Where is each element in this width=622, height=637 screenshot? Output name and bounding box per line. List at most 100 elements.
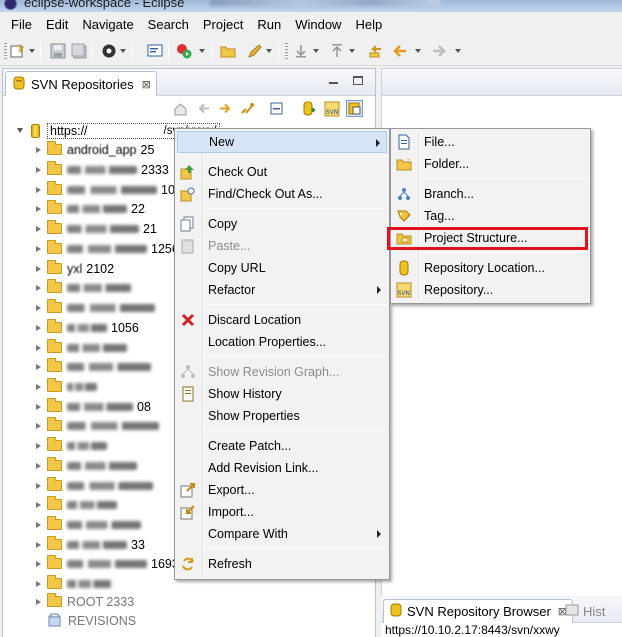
menu-item-export[interactable]: Export... <box>177 479 387 501</box>
tree-row[interactable] <box>36 574 111 593</box>
debug-dropdown-icon[interactable] <box>120 49 126 53</box>
show-browser-icon[interactable] <box>346 100 363 117</box>
collapse-twisty-icon[interactable] <box>36 265 41 272</box>
menu-item-find-check-out-as[interactable]: Find/Check Out As... <box>177 183 387 205</box>
menu-item-new[interactable]: New <box>177 131 387 153</box>
save-all-icon[interactable] <box>71 43 87 59</box>
svn-repository-icon[interactable]: SVN <box>323 100 340 117</box>
tree-row[interactable]: 1256 <box>36 239 179 258</box>
tree-row[interactable]: yxl 2102 <box>36 259 114 278</box>
menu-item-refactor[interactable]: Refactor <box>177 279 387 301</box>
collapse-twisty-icon[interactable] <box>36 580 41 587</box>
collapse-twisty-icon[interactable] <box>36 442 41 449</box>
run-icon[interactable] <box>176 43 192 59</box>
collapse-twisty-icon[interactable] <box>36 186 41 193</box>
tree-row[interactable]: 33 <box>36 535 145 554</box>
tree-row[interactable] <box>36 515 141 534</box>
collapse-twisty-icon[interactable] <box>36 304 41 311</box>
collapse-twisty-icon[interactable] <box>36 284 41 291</box>
menu-item-repository-location[interactable]: Repository Location... <box>393 257 588 279</box>
collapse-twisty-icon[interactable] <box>36 324 41 331</box>
collapse-twisty-icon[interactable] <box>36 146 41 153</box>
menu-file[interactable]: File <box>4 17 39 32</box>
tree-row-revisions[interactable]: REVISIONS <box>47 611 136 630</box>
console-icon[interactable] <box>147 43 163 59</box>
tree-row[interactable] <box>36 416 159 435</box>
collapse-twisty-icon[interactable] <box>36 245 41 252</box>
collapse-twisty-icon[interactable] <box>36 166 41 173</box>
menu-item-create-patch[interactable]: Create Patch... <box>177 435 387 457</box>
minimize-view-icon[interactable] <box>329 82 338 84</box>
collapse-twisty-icon[interactable] <box>36 462 41 469</box>
collapse-twisty-icon[interactable] <box>36 344 41 351</box>
next-annotation-icon[interactable] <box>293 43 309 59</box>
tree-row[interactable] <box>36 298 155 317</box>
tab-history[interactable]: Hist <box>560 599 610 623</box>
menu-item-show-history[interactable]: Show History <box>177 383 387 405</box>
menu-item-tag[interactable]: Tag... <box>393 205 588 227</box>
menu-item-copy[interactable]: Copy <box>177 213 387 235</box>
expand-twisty-icon[interactable] <box>17 128 23 133</box>
previous-annotation-dropdown-icon[interactable] <box>349 49 355 53</box>
run-dropdown-icon[interactable] <box>199 49 205 53</box>
menu-item-repository[interactable]: SVN Repository... <box>393 279 588 301</box>
collapse-twisty-icon[interactable] <box>36 205 41 212</box>
menu-item-folder[interactable]: Folder... <box>393 153 588 175</box>
collapse-twisty-icon[interactable] <box>36 422 41 429</box>
forward-dropdown-icon[interactable] <box>455 49 461 53</box>
tree-row[interactable] <box>36 278 131 297</box>
tab-svn-repository-browser[interactable]: SVN Repository Browser ⊠ <box>383 599 573 623</box>
marker-dropdown-icon[interactable] <box>266 49 272 53</box>
back-arrow-icon[interactable] <box>392 43 408 59</box>
menu-item-import[interactable]: Import... <box>177 501 387 523</box>
menu-window[interactable]: Window <box>288 17 348 32</box>
collapse-twisty-icon[interactable] <box>36 482 41 489</box>
collapse-twisty-icon[interactable] <box>36 560 41 567</box>
new-wizard-dropdown-icon[interactable] <box>29 49 35 53</box>
menu-item-add-revision-link[interactable]: Add Revision Link... <box>177 457 387 479</box>
browser-url[interactable]: https://10.10.2.17:8443/svn/xxwy <box>381 623 622 637</box>
collapse-twisty-icon[interactable] <box>36 521 41 528</box>
new-repository-location-icon[interactable] <box>300 100 317 117</box>
tree-row[interactable]: 1693 <box>36 554 179 573</box>
menu-search[interactable]: Search <box>141 17 196 32</box>
menu-edit[interactable]: Edit <box>39 17 75 32</box>
collapse-twisty-icon[interactable] <box>36 363 41 370</box>
collapse-twisty-icon[interactable] <box>36 383 41 390</box>
menu-item-branch[interactable]: Branch... <box>393 183 588 205</box>
link-with-editor-icon[interactable] <box>239 100 256 117</box>
back-dropdown-icon[interactable] <box>415 49 421 53</box>
forward-icon[interactable] <box>217 100 234 117</box>
maximize-view-icon[interactable] <box>353 76 363 85</box>
tab-svn-repositories[interactable]: SVN Repositories ⊠ <box>5 71 157 96</box>
tree-row[interactable]: android_app 25 <box>36 140 154 159</box>
collapse-twisty-icon[interactable] <box>36 541 41 548</box>
menu-navigate[interactable]: Navigate <box>75 17 140 32</box>
debug-perspective-icon[interactable] <box>101 43 117 59</box>
back-icon[interactable] <box>195 100 212 117</box>
collapse-twisty-icon[interactable] <box>36 403 41 410</box>
forward-arrow-icon[interactable] <box>431 43 447 59</box>
menu-help[interactable]: Help <box>348 17 389 32</box>
tree-row[interactable]: 1056 <box>36 318 139 337</box>
tree-row[interactable]: 1026 <box>36 180 189 199</box>
collapse-twisty-icon[interactable] <box>36 598 41 605</box>
menu-item-copy-url[interactable]: Copy URL <box>177 257 387 279</box>
next-annotation-dropdown-icon[interactable] <box>313 49 319 53</box>
close-tab-icon[interactable]: ⊠ <box>142 78 151 91</box>
menu-item-location-properties[interactable]: Location Properties... <box>177 331 387 353</box>
home-icon[interactable] <box>172 100 189 117</box>
tree-row-root-2333[interactable]: ROOT 2333 <box>36 592 134 611</box>
tree-row[interactable] <box>36 436 107 455</box>
save-icon[interactable] <box>50 43 66 59</box>
menu-item-refresh[interactable]: Refresh <box>177 553 387 575</box>
menu-item-discard-location[interactable]: Discard Location <box>177 309 387 331</box>
menu-run[interactable]: Run <box>250 17 288 32</box>
collapse-all-icon[interactable] <box>268 100 285 117</box>
tree-row[interactable] <box>36 476 153 495</box>
tree-row[interactable]: 08 <box>36 397 151 416</box>
tree-row[interactable]: 22 <box>36 199 145 218</box>
menu-item-file[interactable]: File... <box>393 131 588 153</box>
tree-row[interactable] <box>36 377 97 396</box>
last-edit-location-icon[interactable] <box>367 43 383 59</box>
